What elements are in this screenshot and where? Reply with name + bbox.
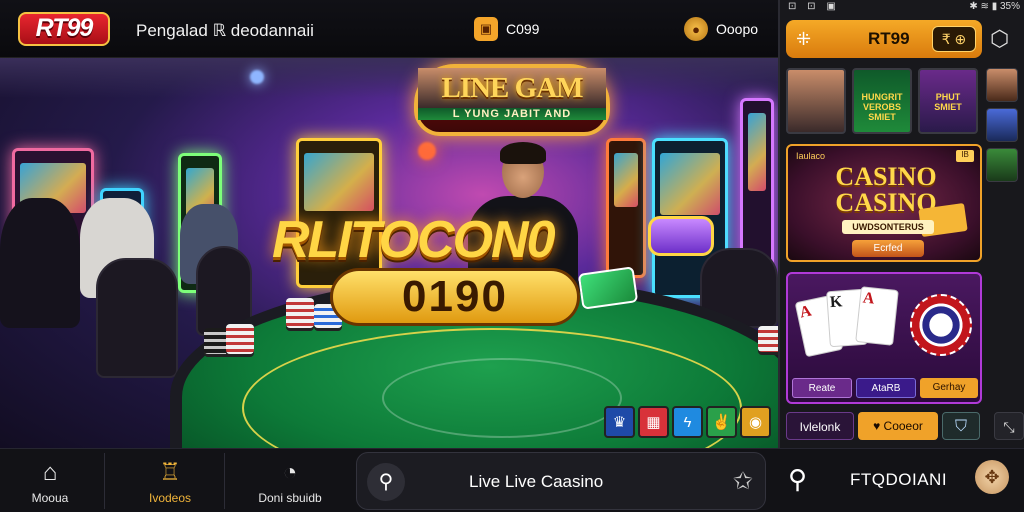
ceiling (0, 58, 778, 98)
chip-stack (758, 326, 778, 352)
sign-title: LINE GAM (418, 68, 606, 108)
game-sign: LINE GAM L YUNG JABIT AND (414, 64, 610, 136)
wallet-icon: ▣ (474, 17, 498, 41)
side-panel: ⊡ ⊡ ▣ ✱ ≋ ▮ 35% ⁜ RT99 ₹ ⊕ ⬡ HUNGRIT VER… (778, 0, 1024, 448)
promo-subline: UWDSONTERUS (842, 220, 934, 234)
app-logo[interactable]: RT99 (18, 12, 110, 46)
panel-tab-2[interactable]: ♥ Cooeor (858, 412, 938, 440)
trophy-icon[interactable]: ♛ (604, 406, 635, 438)
side-thumbs (986, 68, 1018, 182)
quick-icons: ♛ ▦ ϟ ✌ ◉ (604, 406, 771, 438)
status-icons: ⊡ ⊡ ▣ (788, 1, 840, 12)
grid-icon[interactable]: ⁜ (796, 28, 818, 50)
featured-thumbs: HUNGRIT VEROBS SMIET PHUT SMIET (786, 68, 978, 134)
status-bar: ⊡ ⊡ ▣ ✱ ≋ ▮ 35% (780, 0, 1024, 14)
sign-subtitle: L YUNG JABIT AND (418, 108, 606, 120)
page-title: Pengalad ℝ deodannaii (136, 21, 314, 40)
card2-button-3[interactable]: Gerhay (920, 378, 978, 398)
nav-games[interactable]: ♖ Ivodeos (120, 449, 220, 512)
chip-stack (286, 298, 314, 328)
bottom-nav: ⌂ Mooua ♖ Ivodeos ◔ Doni sbuidb ⚲ Live L… (0, 448, 1024, 512)
casino-promo-card[interactable]: Iaulaco IB CASINO CASINO UWDSONTERUS Ecr… (786, 144, 982, 262)
chip-stack (226, 324, 254, 354)
mini-thumb[interactable] (986, 108, 1018, 142)
panel-tab-1[interactable]: Ivlelonk (786, 412, 854, 440)
panel-header[interactable]: ⁜ RT99 ₹ ⊕ (786, 20, 982, 58)
lightning-icon[interactable]: ϟ (672, 406, 703, 438)
top-bar: RT99 Pengalad ℝ deodannaii ▣ C099 ● Ooop… (0, 0, 778, 58)
mini-thumb[interactable] (986, 68, 1018, 102)
game-thumb[interactable]: PHUT SMIET (918, 68, 978, 134)
avatar[interactable]: ✥ (975, 460, 1009, 494)
coins-chip[interactable]: ● Ooopo (684, 17, 758, 41)
mini-thumb[interactable] (986, 148, 1018, 182)
promo-small-label: Iaulaco (796, 151, 826, 161)
search-icon[interactable]: ⚲ (367, 463, 405, 501)
bottom-title: FTQDOIANI (850, 470, 948, 489)
search-icon[interactable]: ⚲ (788, 464, 807, 495)
panel-badge[interactable]: ₹ ⊕ (932, 26, 976, 52)
home-icon: ⌂ (42, 459, 58, 486)
expand-icon[interactable]: ⤡ (994, 412, 1024, 440)
nav-dice[interactable]: ◔ Doni sbuidb (240, 449, 340, 512)
slots-icon[interactable]: ▦ (638, 406, 669, 438)
dice-icon: ◔ (282, 459, 298, 486)
casino-icon: ♖ (159, 459, 181, 486)
card-box (577, 266, 639, 310)
chair (96, 258, 178, 378)
status-right: ✱ ≋ ▮ 35% (969, 1, 1020, 12)
cards-promo-card[interactable]: A K A Reate AtaRB Gerhay (786, 272, 982, 404)
jackpot-number: 0190 (330, 268, 580, 328)
hero-title: RLITOCON0 (272, 210, 714, 274)
promo-tag: IB (956, 150, 974, 162)
hero-banner[interactable]: LINE GAM L YUNG JABIT AND RLITOCON0 0190… (0, 58, 778, 448)
game-thumb[interactable] (786, 68, 846, 134)
panel-title: RT99 (868, 29, 910, 48)
search-label: Live Live Caasino (469, 472, 604, 491)
panel-footer: Ivlelonk ♥ Cooeor ⛉ ⤡ (786, 412, 1024, 440)
game-thumb[interactable]: HUNGRIT VEROBS SMIET (852, 68, 912, 134)
coin-icon: ● (684, 17, 708, 41)
promo-title-line1: CASINO (835, 162, 937, 191)
star-icon[interactable]: ✩ (733, 467, 753, 496)
promo-play-button[interactable]: Ecrfed (852, 240, 924, 257)
peace-icon[interactable]: ✌ (706, 406, 737, 438)
live-casino-search[interactable]: ⚲ Live Live Caasino ✩ (356, 452, 766, 510)
neon-light (418, 142, 436, 160)
hero-badge (648, 216, 714, 256)
nav-home[interactable]: ⌂ Mooua (0, 449, 100, 512)
poker-chip-icon (910, 294, 972, 356)
patron (0, 198, 80, 328)
card2-button-1[interactable]: Reate (792, 378, 852, 398)
neon-light (250, 70, 264, 84)
nav-dice-label: Doni sbuidb (258, 491, 322, 505)
balance-label: C099 (506, 21, 540, 37)
settings-icon[interactable]: ⬡ (990, 26, 1009, 52)
coin-icon[interactable]: ◉ (740, 406, 771, 438)
shield-icon[interactable]: ⛉ (942, 412, 980, 440)
playing-card: A (855, 286, 899, 346)
balance-chip[interactable]: ▣ C099 (474, 17, 539, 41)
nav-games-label: Ivodeos (148, 491, 192, 505)
coins-label: Ooopo (716, 21, 759, 37)
nav-home-label: Mooua (31, 491, 69, 505)
card2-button-2[interactable]: AtaRB (856, 378, 916, 398)
